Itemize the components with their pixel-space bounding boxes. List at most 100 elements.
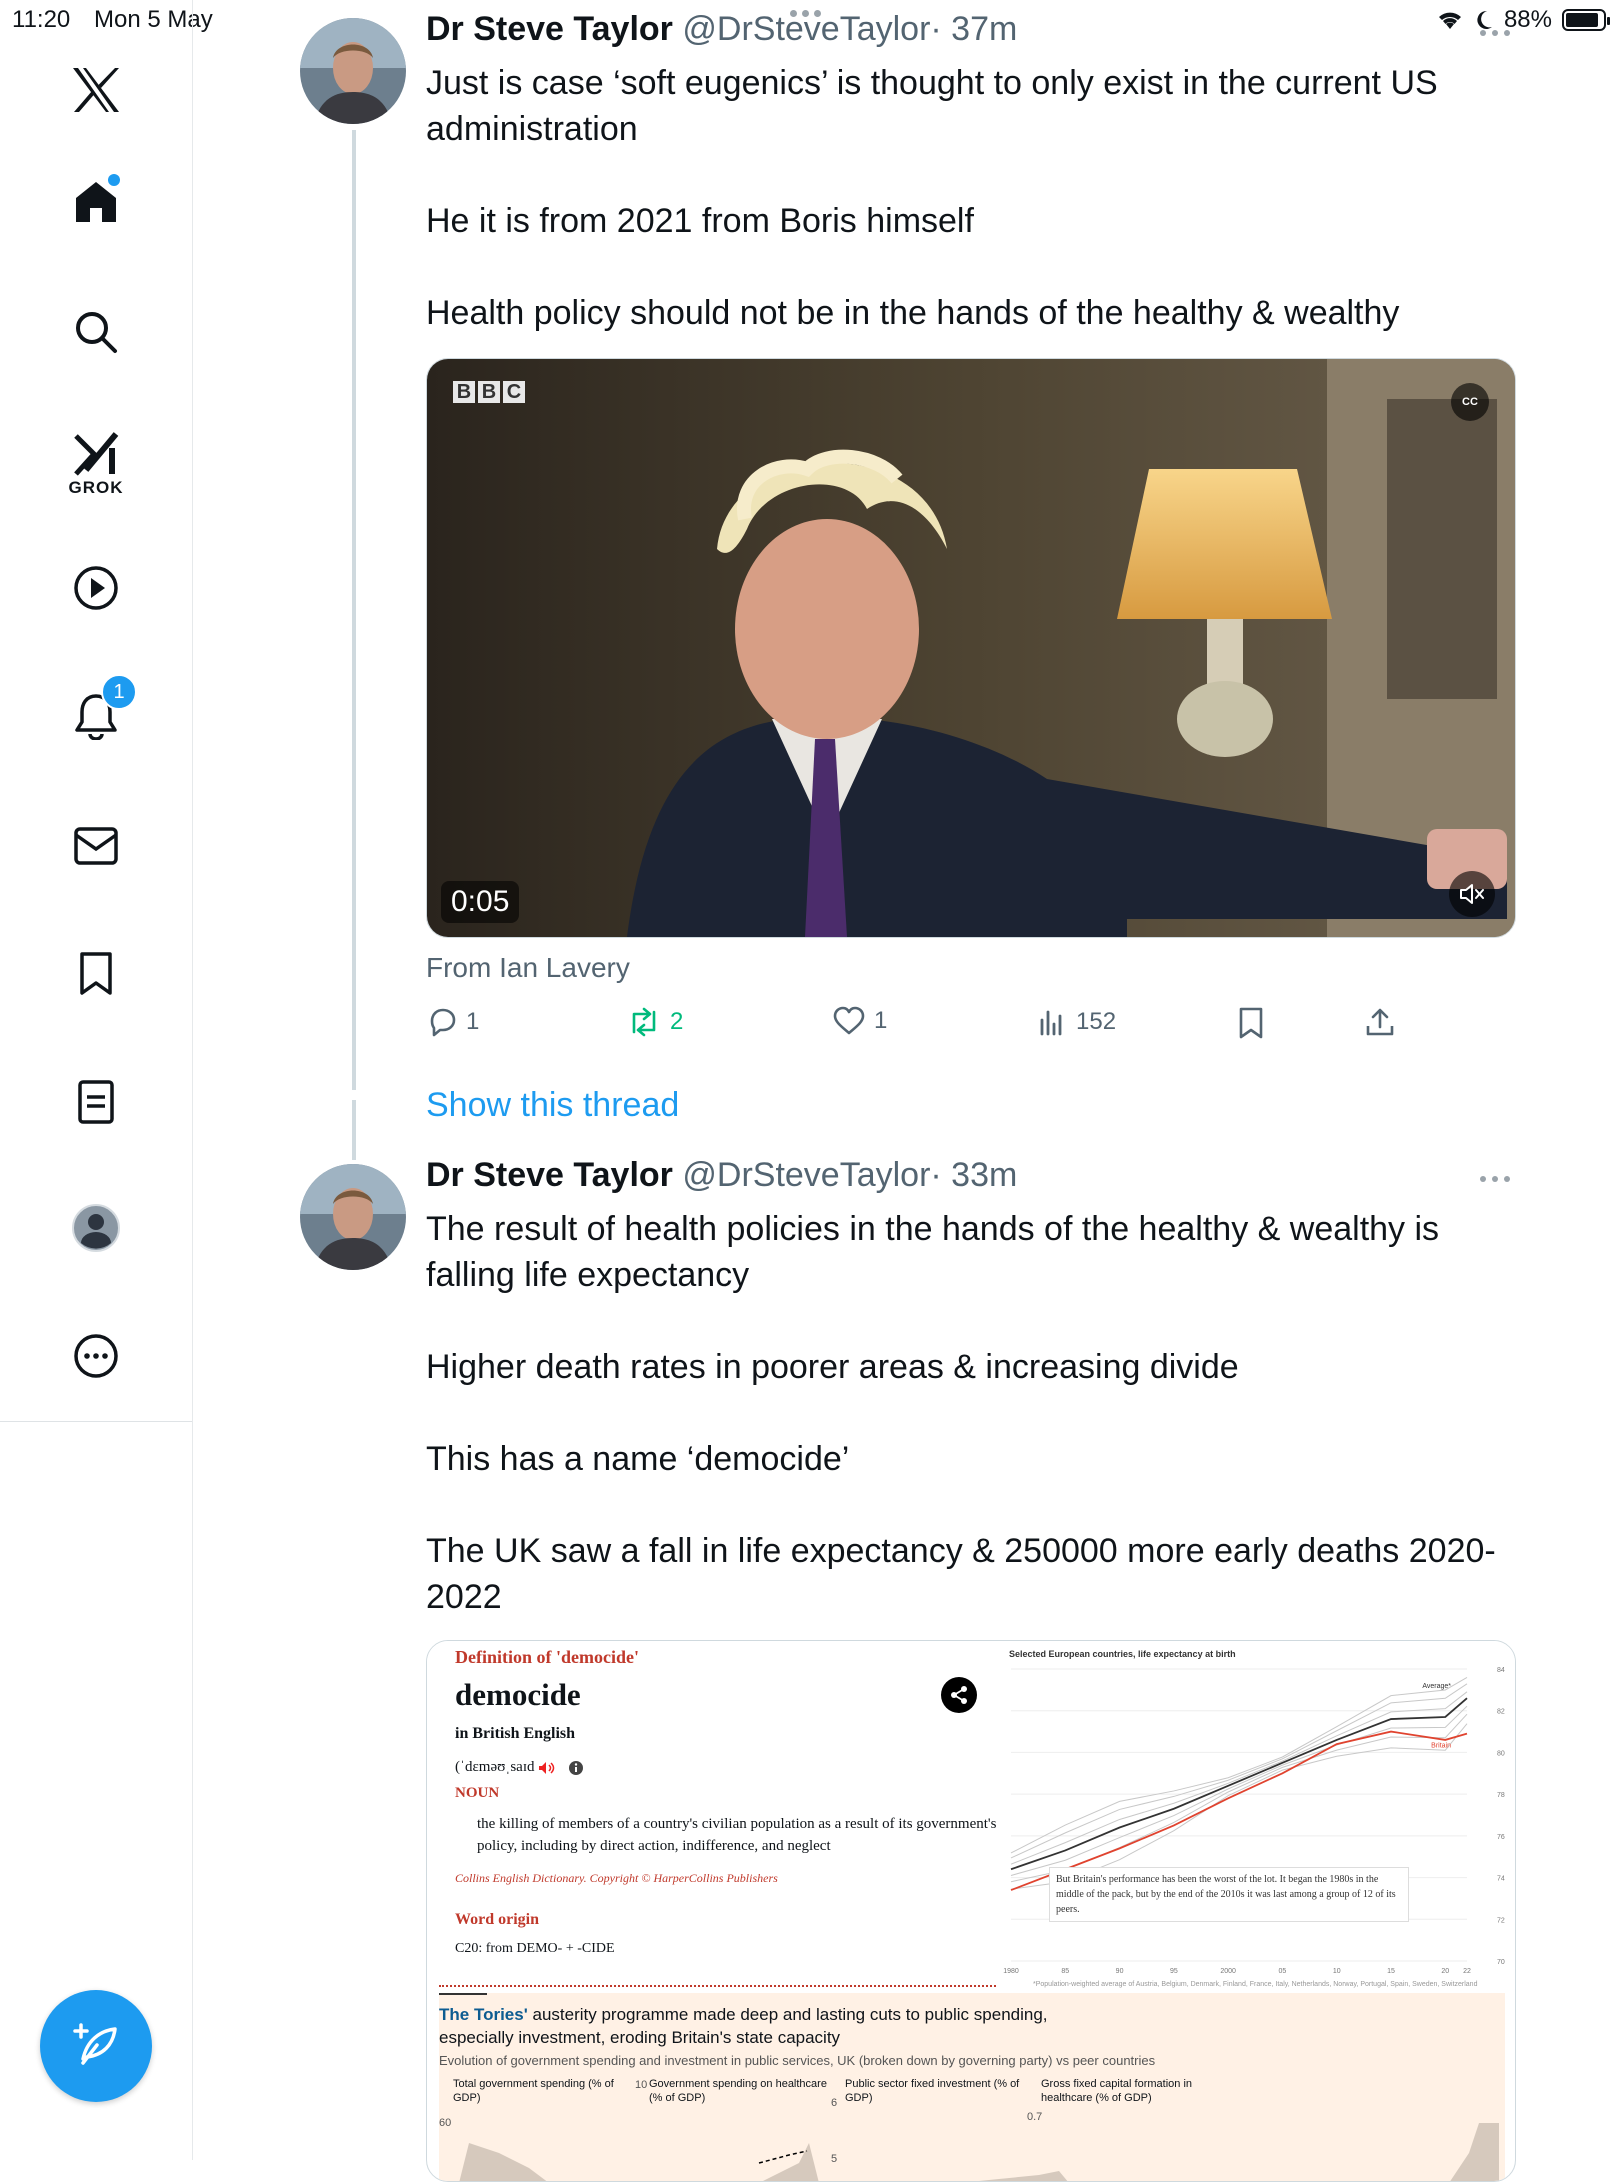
- ft-mini-charts: [459, 2123, 1499, 2181]
- y-tick-label: 74: [1497, 1876, 1505, 1883]
- y-tick-label: 82: [1497, 1709, 1505, 1716]
- thread-connector: [352, 130, 356, 1090]
- tweet-more-icon[interactable]: [1480, 30, 1510, 36]
- x-tick-label: 20: [1441, 1968, 1449, 1975]
- chart-title: Selected European countries, life expect…: [1009, 1649, 1236, 1659]
- nav-messages[interactable]: [0, 818, 192, 874]
- word-origin: C20: from DEMO- + -CIDE: [455, 1941, 615, 1956]
- compose-feather-icon: [73, 2023, 117, 2065]
- y-tick-label: 70: [1497, 1959, 1505, 1966]
- watermark-letter: B: [453, 381, 475, 403]
- nav-lists[interactable]: [0, 1074, 192, 1130]
- notification-badge: 1: [101, 674, 137, 710]
- author-name[interactable]: Dr Steve Taylor: [426, 10, 673, 48]
- tweet-image[interactable]: Definition of 'democide' democide in Bri…: [426, 1640, 1516, 2182]
- ft-chart-panel: The Tories' austerity programme made dee…: [439, 1993, 1505, 2181]
- nav-grok[interactable]: GROK: [0, 426, 192, 502]
- tweet-paragraph: The UK saw a fall in life expectancy & 2…: [426, 1532, 1496, 1616]
- tweet-header: Dr Steve Taylor @DrSteveTaylor· 37m: [426, 10, 1017, 49]
- moon-icon: [1477, 10, 1492, 29]
- bookmark-button[interactable]: [1236, 1006, 1266, 1040]
- life-expectancy-chart: Selected European countries, life expect…: [997, 1641, 1515, 2001]
- y-tick-label: 84: [1497, 1667, 1505, 1674]
- series-label: Britain: [1431, 1743, 1451, 1750]
- view-count: 152: [1076, 1008, 1117, 1035]
- show-thread-link[interactable]: Show this thread: [426, 1086, 679, 1125]
- tweet-age[interactable]: · 33m: [930, 1156, 1017, 1194]
- x-tick-label: 10: [1333, 1968, 1341, 1975]
- word-origin-heading: Word origin: [455, 1911, 540, 1928]
- author-avatar[interactable]: [300, 18, 406, 124]
- info-icon: [569, 1760, 584, 1775]
- captions-button[interactable]: CC: [1451, 383, 1489, 421]
- tweet-paragraph: He it is from 2021 from Boris himself: [426, 202, 974, 240]
- author-name[interactable]: Dr Steve Taylor: [426, 1156, 673, 1194]
- speaker-icon: [539, 1761, 555, 1774]
- speaker-muted-icon: [1460, 884, 1484, 904]
- tweet-more-icon[interactable]: [1480, 1176, 1510, 1182]
- nav-bookmarks[interactable]: [0, 946, 192, 1002]
- battery-percent: 88%: [1503, 6, 1552, 33]
- tweet-text: Just is case ‘soft eugenics’ is thought …: [426, 60, 1506, 336]
- peer-country-line: [1010, 1683, 1468, 1859]
- heart-icon: [833, 1006, 865, 1035]
- x-tick-label: 2000: [1220, 1968, 1236, 1975]
- x-tick-label: 1980: [1003, 1968, 1019, 1975]
- nav-profile[interactable]: [0, 1200, 192, 1256]
- video-duration: 0:05: [441, 881, 520, 923]
- like-button[interactable]: 1: [832, 1006, 887, 1036]
- bookmark-icon: [1239, 1007, 1263, 1039]
- dictionary-language: in British English: [455, 1725, 576, 1742]
- tweet-paragraph: The result of health policies in the han…: [426, 1210, 1440, 1294]
- reply-button[interactable]: 1: [426, 1006, 479, 1038]
- author-handle[interactable]: @DrSteveTaylor: [682, 10, 930, 48]
- peer-country-line: [1010, 1713, 1468, 1883]
- video-player[interactable]: B B C CC 0:05: [426, 358, 1516, 938]
- x-tick-label: 90: [1116, 1968, 1124, 1975]
- tweet-paragraph: This has a name ‘democide’: [426, 1440, 850, 1478]
- nav-more[interactable]: [0, 1328, 192, 1384]
- more-circle-icon: [74, 1334, 118, 1378]
- wifi-icon: [1438, 12, 1461, 29]
- video-attribution[interactable]: From Ian Lavery: [426, 952, 630, 984]
- views-button[interactable]: 152: [1036, 1006, 1116, 1038]
- share-icon: [941, 1677, 977, 1713]
- part-of-speech: NOUN: [455, 1785, 500, 1801]
- repost-count: 2: [670, 1008, 684, 1035]
- grok-icon: [74, 432, 119, 476]
- x-logo-icon[interactable]: [0, 62, 192, 118]
- author-handle[interactable]: @DrSteveTaylor: [682, 1156, 930, 1194]
- battery-icon: [1562, 9, 1610, 31]
- x-tick-label: 15: [1387, 1968, 1395, 1975]
- author-avatar[interactable]: [300, 1164, 406, 1270]
- tweet-paragraph: Higher death rates in poorer areas & inc…: [426, 1348, 1239, 1386]
- bar-chart-icon: [1040, 1010, 1062, 1036]
- compose-button[interactable]: [40, 1990, 152, 2102]
- x-tick-label: 85: [1061, 1968, 1069, 1975]
- nav-notifications[interactable]: 1: [0, 674, 192, 744]
- share-button[interactable]: [1364, 1006, 1396, 1038]
- repost-button[interactable]: 2: [626, 1006, 683, 1038]
- y-tick-label: 78: [1497, 1792, 1505, 1799]
- y-tick-label: 80: [1497, 1750, 1505, 1757]
- dictionary-panel: Definition of 'democide' democide in Bri…: [427, 1641, 999, 2001]
- dictionary-copyright: Collins English Dictionary. Copyright © …: [455, 1871, 778, 1885]
- nav-explore[interactable]: [0, 304, 192, 360]
- dictionary-word: democide: [455, 1677, 581, 1712]
- bbc-watermark: B B C: [453, 381, 525, 403]
- watermark-letter: C: [503, 381, 525, 403]
- list-document-icon: [78, 1080, 114, 1124]
- reply-count: 1: [466, 1008, 480, 1035]
- tweet-age[interactable]: · 37m: [930, 10, 1017, 48]
- like-count: 1: [874, 1007, 888, 1034]
- chart-plot: 70 72 74 76 78 80 82 84 1980 85 90 95 2000 05 10 15 20 22…: [1003, 1667, 1505, 1975]
- nav-video[interactable]: [0, 560, 192, 616]
- mute-button[interactable]: [1449, 871, 1495, 917]
- nav-home[interactable]: [0, 174, 192, 230]
- dotted-divider: [439, 1985, 999, 1987]
- home-unread-dot: [108, 174, 120, 186]
- envelope-icon: [74, 827, 118, 865]
- definition-title: Definition of 'democide': [455, 1647, 639, 1667]
- chart-footnote: *Population-weighted average of Austria,…: [1033, 1981, 1478, 1988]
- x-tick-label: 95: [1170, 1968, 1178, 1975]
